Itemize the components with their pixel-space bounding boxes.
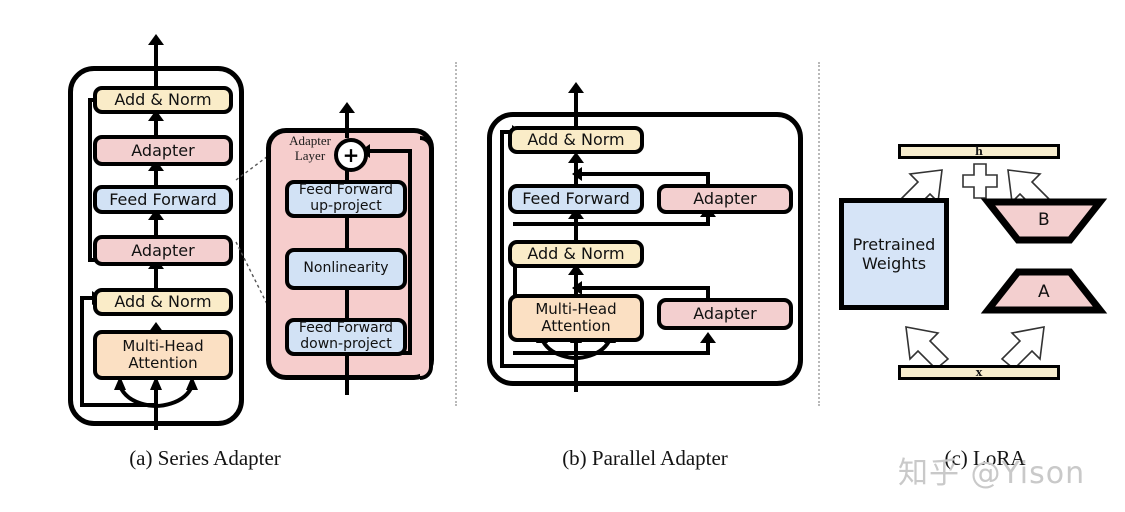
panel-a-block-multi-head-attention[interactable]: Multi-Head Attention — [93, 330, 233, 380]
block-label: Add & Norm — [527, 244, 625, 264]
panel-b-adapter-lower-out-h — [582, 286, 710, 290]
panel-b-residual-bottom — [500, 364, 578, 368]
watermark-text: 知乎 @Yison — [898, 456, 1086, 491]
caption-b-text: (b) Parallel Adapter — [562, 446, 728, 470]
adapter-layer-title-line1: Adapter — [289, 133, 331, 148]
panel-b-block-adapter-lower[interactable]: Adapter — [657, 298, 793, 330]
adapter-detail-block-nonlinearity[interactable]: Nonlinearity — [285, 248, 407, 290]
panel-a-output-trunk — [154, 38, 158, 86]
block-label: Adapter — [131, 240, 195, 260]
lora-matrix-b-label: B — [1038, 210, 1050, 230]
figure-canvas: Add & Norm Adapter Feed Forward Adapter … — [0, 0, 1125, 512]
panel-a-block-add-norm-bottom[interactable]: Add & Norm — [93, 288, 233, 316]
pretrained-line2: Weights — [861, 254, 927, 273]
panel-a-block-feed-forward[interactable]: Feed Forward — [93, 185, 233, 214]
panel-b-block-multi-head-attention[interactable]: Multi-Head Attention — [508, 294, 644, 342]
panel-b-adapter-lower-in-arrow — [700, 332, 716, 343]
lora-arrow-x-to-a — [1000, 326, 1045, 371]
block-label: Adapter — [693, 189, 757, 209]
attention-label-line1: Multi-Head — [122, 337, 204, 356]
panel-b-adapter-upper-out-arrow — [572, 167, 582, 181]
adapter-detail-skip-top — [368, 149, 412, 153]
panel-b-adapter-upper-out-h — [582, 172, 710, 176]
panel-b-block-add-norm-top[interactable]: Add & Norm — [508, 126, 644, 154]
panel-b-block-adapter-upper[interactable]: Adapter — [657, 184, 793, 214]
attention-label-line2: Attention — [541, 317, 611, 335]
block-label: Add & Norm — [527, 130, 625, 150]
panel-b-residual-left-outer — [500, 130, 504, 368]
lora-output-bar-h[interactable]: h — [898, 144, 1060, 159]
lora-h-label: h — [975, 145, 983, 158]
panel-divider-2 — [818, 62, 820, 406]
ff-up-line1: Feed Forward — [298, 182, 394, 199]
panel-b-adapter-lower-out-arrow — [572, 281, 582, 295]
caption-panel-a: (a) Series Adapter — [60, 446, 350, 471]
lora-matrix-a-label: A — [1038, 282, 1050, 302]
adapter-detail-trunk-in — [345, 351, 349, 395]
panel-a-block-adapter-lower[interactable]: Adapter — [93, 235, 233, 266]
block-label: Add & Norm — [114, 90, 212, 110]
lora-a-text: A — [1038, 282, 1050, 302]
panel-b-block-feed-forward[interactable]: Feed Forward — [508, 184, 644, 214]
adapter-layer-title: Adapter Layer — [278, 133, 342, 164]
adapter-detail-out-arrow — [339, 102, 355, 113]
lora-b-text: B — [1038, 210, 1050, 230]
adapter-detail-block-ff-down[interactable]: Feed Forward down-project — [285, 318, 407, 356]
attention-label-line1: Multi-Head — [535, 300, 617, 319]
caption-panel-b: (b) Parallel Adapter — [500, 446, 790, 471]
ff-down-line1: Feed Forward — [298, 320, 394, 337]
adapter-detail-trunk-2 — [345, 216, 349, 248]
lora-x-label: x — [975, 366, 983, 379]
block-label: Adapter — [131, 140, 195, 160]
panel-divider-1 — [455, 62, 457, 406]
watermark-zhihu-yison: 知乎 @Yison — [898, 448, 1085, 492]
ff-down-line2: down-project — [300, 336, 392, 352]
panel-b-output-arrow — [568, 82, 584, 93]
caption-a-text: (a) Series Adapter — [129, 446, 281, 470]
adapter-detail-inner-edge — [420, 136, 433, 380]
lora-sum-plus-icon — [962, 163, 998, 199]
block-label: Feed Forward — [109, 189, 217, 209]
adapter-detail-trunk-3 — [345, 290, 349, 320]
lora-arrow-x-to-weights — [905, 326, 950, 371]
nonlinearity-label: Nonlinearity — [303, 260, 389, 277]
adapter-layer-title-line2: Layer — [294, 147, 326, 163]
plus-symbol: + — [342, 143, 360, 167]
panel-b-adapter-upper-in-h — [513, 222, 709, 226]
block-label: Add & Norm — [114, 292, 212, 312]
ff-up-line2: up-project — [310, 198, 382, 214]
lora-input-bar-x[interactable]: x — [898, 365, 1060, 380]
adapter-detail-skip-v — [408, 151, 412, 355]
panel-a-output-arrow — [148, 34, 164, 45]
block-label: Adapter — [693, 304, 757, 324]
pretrained-line1: Pretrained — [852, 234, 936, 254]
panel-a-outer-skip-v — [80, 296, 84, 406]
panel-a-skip2-v — [88, 98, 92, 262]
block-label: Feed Forward — [522, 189, 630, 209]
adapter-detail-block-ff-up[interactable]: Feed Forward up-project — [285, 180, 407, 218]
panel-a-block-add-norm-top[interactable]: Add & Norm — [93, 86, 233, 114]
panel-a-block-adapter-upper[interactable]: Adapter — [93, 135, 233, 166]
attention-label-line2: Attention — [128, 354, 198, 372]
lora-pretrained-weights-box[interactable]: Pretrained Weights — [839, 198, 949, 310]
panel-b-block-add-norm-bottom[interactable]: Add & Norm — [508, 240, 644, 268]
